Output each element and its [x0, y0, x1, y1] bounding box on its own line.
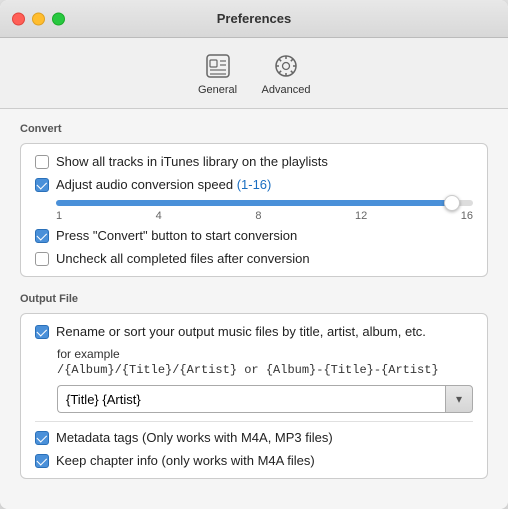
speed-slider-thumb[interactable] [444, 195, 460, 211]
adjust-speed-label: Adjust audio conversion speed (1-16) [56, 177, 271, 192]
metadata-tags-checkbox[interactable] [35, 431, 49, 445]
maximize-button[interactable] [52, 12, 65, 25]
output-file-section: Output File Rename or sort your output m… [20, 293, 488, 479]
advanced-icon [270, 50, 302, 82]
output-format-input[interactable] [57, 385, 445, 413]
tab-advanced[interactable]: Advanced [250, 46, 323, 100]
press-convert-row: Press "Convert" button to start conversi… [35, 228, 473, 243]
tab-general-label: General [198, 84, 237, 96]
general-icon [202, 50, 234, 82]
window-controls [12, 12, 65, 25]
slider-label-12: 12 [355, 210, 367, 222]
convert-section-box: Show all tracks in iTunes library on the… [20, 143, 488, 277]
content-area: Convert Show all tracks in iTunes librar… [0, 109, 508, 509]
slider-label-1: 1 [56, 210, 62, 222]
uncheck-completed-row: Uncheck all completed files after conver… [35, 251, 473, 266]
output-input-row [57, 385, 473, 413]
rename-sort-label: Rename or sort your output music files b… [56, 324, 426, 339]
press-convert-checkbox[interactable] [35, 229, 49, 243]
slider-label-4: 4 [156, 210, 162, 222]
window-title: Preferences [217, 11, 291, 26]
show-tracks-label: Show all tracks in iTunes library on the… [56, 154, 328, 169]
press-convert-label: Press "Convert" button to start conversi… [56, 228, 297, 243]
rename-sort-row: Rename or sort your output music files b… [35, 324, 473, 339]
slider-label-8: 8 [255, 210, 261, 222]
slider-label-16: 16 [461, 210, 473, 222]
output-file-section-box: Rename or sort your output music files b… [20, 313, 488, 479]
keep-chapter-label: Keep chapter info (only works with M4A f… [56, 453, 315, 468]
close-button[interactable] [12, 12, 25, 25]
example-code: /{Album}/{Title}/{Artist} or {Album}-{Ti… [57, 363, 473, 377]
adjust-speed-checkbox[interactable] [35, 178, 49, 192]
speed-slider-track[interactable] [56, 200, 473, 206]
minimize-button[interactable] [32, 12, 45, 25]
output-format-dropdown[interactable] [445, 385, 473, 413]
adjust-speed-row: Adjust audio conversion speed (1-16) [35, 177, 473, 192]
tab-general[interactable]: General [186, 46, 250, 100]
convert-section-title: Convert [20, 123, 488, 135]
metadata-tags-label: Metadata tags (Only works with M4A, MP3 … [56, 430, 333, 445]
show-tracks-checkbox[interactable] [35, 155, 49, 169]
toolbar: General Advanced [0, 38, 508, 109]
divider [35, 421, 473, 422]
output-file-section-title: Output File [20, 293, 488, 305]
preferences-window: Preferences General [0, 0, 508, 509]
keep-chapter-row: Keep chapter info (only works with M4A f… [35, 453, 473, 468]
titlebar: Preferences [0, 0, 508, 38]
tab-advanced-label: Advanced [262, 84, 311, 96]
metadata-tags-row: Metadata tags (Only works with M4A, MP3 … [35, 430, 473, 445]
speed-slider-fill [56, 200, 452, 206]
convert-section: Convert Show all tracks in iTunes librar… [20, 123, 488, 277]
rename-sort-checkbox[interactable] [35, 325, 49, 339]
uncheck-completed-checkbox[interactable] [35, 252, 49, 266]
speed-slider-area: 1 4 8 12 16 [56, 200, 473, 222]
keep-chapter-checkbox[interactable] [35, 454, 49, 468]
show-tracks-row: Show all tracks in iTunes library on the… [35, 154, 473, 169]
example-label: for example [57, 347, 473, 361]
speed-slider-labels: 1 4 8 12 16 [56, 210, 473, 222]
uncheck-completed-label: Uncheck all completed files after conver… [56, 251, 310, 266]
